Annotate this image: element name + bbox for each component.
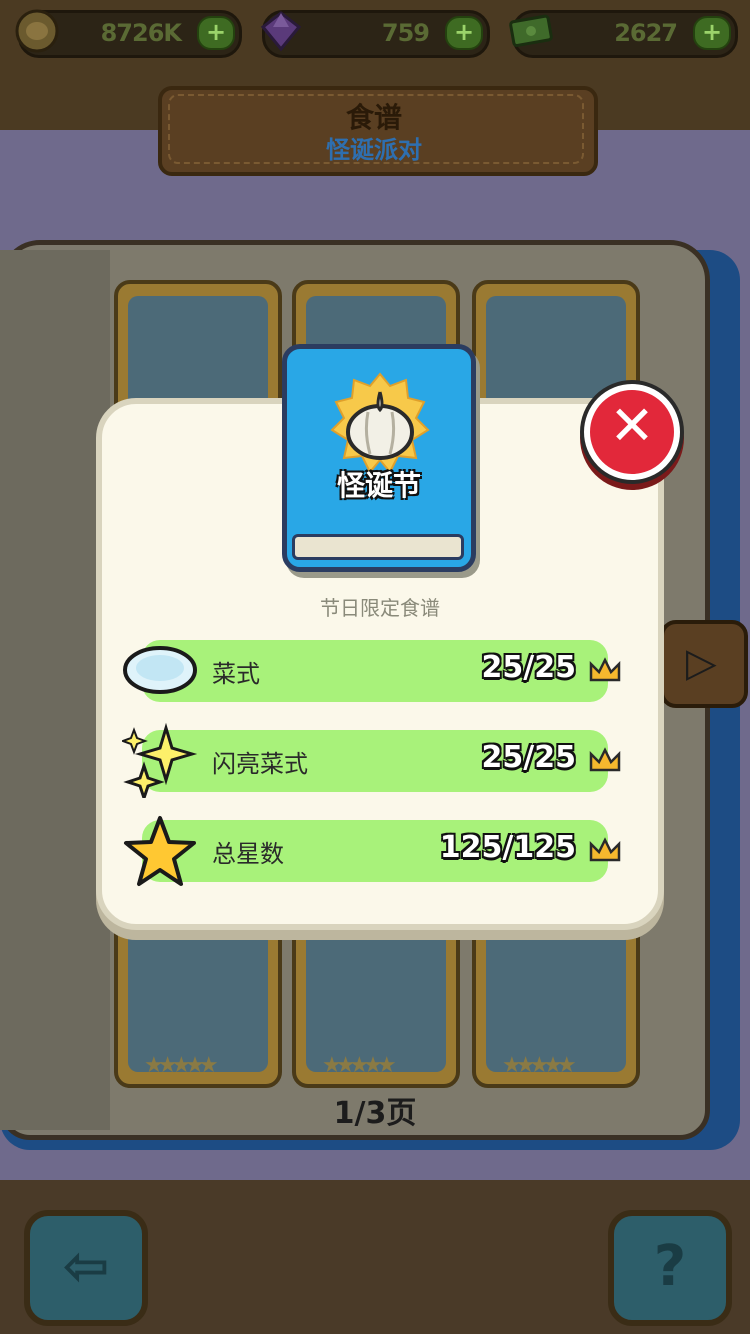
close-button[interactable]: ✕: [584, 384, 680, 480]
resource-coins: 8726K +: [15, 9, 242, 58]
book-badge-label: 怪诞节: [336, 469, 421, 502]
sparkle-icon: [122, 722, 198, 798]
cash-icon: [509, 14, 553, 47]
crown-icon: [589, 747, 621, 772]
stat-label: 闪亮菜式: [212, 750, 308, 778]
stat-value: 125/125: [439, 830, 576, 865]
help-icon: ?: [653, 1234, 687, 1299]
crown-icon: [589, 837, 621, 862]
coins-value: 8726K: [100, 19, 182, 47]
stat-label: 菜式: [212, 660, 260, 688]
gem-icon: [260, 11, 302, 52]
gems-value: 759: [381, 19, 430, 47]
next-page-button[interactable]: ▷: [660, 620, 748, 708]
star-rating: ★★★★★: [144, 1053, 219, 1078]
crown-icon: [589, 657, 621, 682]
close-icon: ✕: [609, 394, 655, 457]
back-arrow-icon: ⇦: [62, 1234, 110, 1299]
resource-gems: 759 +: [260, 10, 490, 58]
help-button[interactable]: ?: [608, 1210, 732, 1326]
add-cash-button[interactable]: +: [693, 16, 731, 50]
cash-value: 2627: [614, 19, 678, 47]
stat-row-shiny-dishes: 闪亮菜式 25/25: [142, 730, 621, 792]
resource-cash: 2627 +: [509, 10, 738, 58]
stat-row-total-stars: 总星数 125/125: [142, 820, 621, 882]
dialog-subtitle: 节日限定食谱: [320, 596, 440, 620]
star-rating: ★★★★★: [502, 1053, 577, 1078]
book-left-page: [0, 250, 110, 1130]
stat-value: 25/25: [481, 740, 576, 775]
plate-icon: [123, 646, 197, 694]
star-rating: ★★★★★: [322, 1053, 397, 1078]
stat-label: 总星数: [212, 840, 284, 868]
page-counter: 1/3页: [333, 1096, 417, 1131]
star-icon: [124, 816, 196, 886]
stat-row-dishes: 菜式 25/25: [142, 640, 621, 702]
bread-coin-icon: [15, 9, 59, 53]
add-coins-button[interactable]: +: [197, 16, 235, 50]
next-arrow-icon: ▷: [686, 640, 717, 686]
add-gems-button[interactable]: +: [445, 16, 483, 50]
back-button[interactable]: ⇦: [24, 1210, 148, 1326]
page-subtitle: 怪诞派对: [326, 136, 422, 164]
book-badge-pages: [292, 534, 464, 560]
stat-value: 25/25: [481, 650, 576, 685]
